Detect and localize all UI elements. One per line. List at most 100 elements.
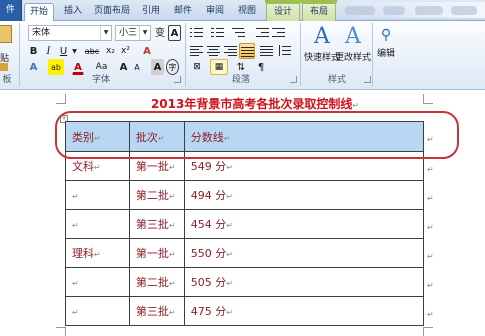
- chevron-down-icon[interactable]: ▼: [100, 26, 111, 40]
- text-highlight-button[interactable]: ab: [48, 59, 64, 75]
- bold-button[interactable]: B: [27, 43, 40, 59]
- align-center-icon[interactable]: [207, 45, 220, 56]
- page-corner-mark: [56, 327, 66, 336]
- row-end-mark: ↵: [427, 223, 434, 232]
- page-corner-mark: [423, 94, 433, 104]
- justify-button[interactable]: [239, 43, 255, 59]
- chevron-down-icon[interactable]: ▼: [139, 26, 150, 40]
- title-bar-blurred-area: [335, 2, 485, 18]
- change-styles-button[interactable]: A 更改样式: [333, 24, 373, 72]
- editing-button[interactable]: ⚲ 编辑: [374, 24, 398, 72]
- table-row: ↵ 第三批↵ 475 分↵: [65, 296, 425, 326]
- font-dialog-launcher-icon[interactable]: [174, 76, 181, 83]
- phonetic-guide-button[interactable]: 变: [154, 25, 166, 41]
- italic-button[interactable]: I: [43, 43, 54, 59]
- clipboard-group-label: 板: [2, 75, 12, 85]
- table-cell[interactable]: 第一批↵: [128, 238, 185, 268]
- underline-button[interactable]: U: [58, 43, 69, 59]
- paragraph-group-label: 段落: [231, 75, 250, 85]
- paragraph-dialog-launcher-icon[interactable]: [290, 76, 297, 83]
- tab-table-layout[interactable]: 布局: [302, 3, 336, 21]
- table-cell[interactable]: ↵: [65, 209, 130, 239]
- tab-file[interactable]: 件: [0, 0, 22, 21]
- tab-view[interactable]: 视图: [232, 3, 262, 21]
- table-cell[interactable]: 550 分↵: [183, 238, 425, 268]
- table-cell[interactable]: ↵: [65, 296, 130, 326]
- styles-dialog-launcher-icon[interactable]: [364, 76, 371, 83]
- bullets-icon[interactable]: [190, 27, 203, 38]
- show-marks-icon[interactable]: ¶: [254, 59, 268, 75]
- font-group-label: 字体: [91, 75, 110, 85]
- shading-button[interactable]: ▦: [210, 59, 228, 75]
- decrease-indent-icon[interactable]: [256, 27, 269, 38]
- change-case-button[interactable]: Aa: [93, 59, 110, 75]
- enclose-characters-button[interactable]: 字: [166, 59, 179, 75]
- format-painter-icon[interactable]: [0, 63, 8, 71]
- font-size-value: 小三: [119, 28, 138, 38]
- align-right-icon[interactable]: [224, 45, 237, 56]
- tab-review[interactable]: 审阅: [200, 3, 230, 21]
- sort-icon[interactable]: ⇅: [234, 59, 248, 75]
- row-end-mark: ↵: [427, 194, 434, 203]
- font-name-value: 宋体: [32, 28, 51, 38]
- table-cell[interactable]: 454 分↵: [183, 209, 425, 239]
- document-title[interactable]: 2013年背景市高考各批次录取控制线↵: [90, 95, 420, 112]
- table-cell[interactable]: 理科↵: [65, 238, 130, 268]
- table-cell[interactable]: 第二批↵: [128, 267, 185, 297]
- justify-icon: [241, 46, 254, 57]
- clear-formatting-button[interactable]: A: [140, 43, 154, 59]
- char-border-button[interactable]: A: [168, 25, 181, 41]
- styles-group-label: 样式: [327, 75, 346, 85]
- numbering-icon[interactable]: [211, 27, 224, 38]
- change-styles-label: 更改样式: [334, 53, 371, 63]
- paste-icon[interactable]: [0, 25, 12, 43]
- tab-table-design[interactable]: 设计: [266, 3, 300, 21]
- row-end-mark: ↵: [427, 281, 434, 290]
- font-color-button[interactable]: A: [72, 59, 84, 75]
- page-corner-mark: [423, 327, 433, 336]
- table-cell[interactable]: 494 分↵: [183, 180, 425, 210]
- table-cell[interactable]: 第三批↵: [128, 296, 185, 326]
- grow-font-button[interactable]: A: [118, 59, 129, 75]
- document-page[interactable]: 2013年背景市高考各批次录取控制线↵ + 类别↵ 批次↵ 分数线↵ 文科↵ 第…: [0, 91, 485, 336]
- table-cell[interactable]: 475 分↵: [183, 296, 425, 326]
- page-corner-mark: [56, 94, 66, 104]
- table-cell[interactable]: 第二批↵: [128, 180, 185, 210]
- chevron-down-icon[interactable]: ▼: [71, 43, 78, 59]
- table-row: ↵ 第二批↵ 494 分↵: [65, 180, 425, 210]
- group-divider: [300, 23, 301, 86]
- multilevel-list-icon[interactable]: [232, 27, 245, 38]
- tab-references[interactable]: 引用: [136, 3, 166, 21]
- row-end-mark: ↵: [427, 252, 434, 261]
- table-row: 理科↵ 第一批↵ 550 分↵: [65, 238, 425, 268]
- table-cell[interactable]: ↵: [65, 180, 130, 210]
- shrink-font-button[interactable]: A: [132, 59, 142, 75]
- tab-home[interactable]: 开始: [24, 3, 54, 21]
- tab-page-layout[interactable]: 页面布局: [90, 3, 134, 21]
- row-end-mark: ↵: [427, 165, 434, 174]
- table-cell[interactable]: 第三批↵: [128, 209, 185, 239]
- subscript-button[interactable]: x₂: [104, 43, 117, 59]
- superscript-button[interactable]: x²: [119, 43, 132, 59]
- row-end-mark: ↵: [427, 310, 434, 319]
- table-row: ↵ 第三批↵ 454 分↵: [65, 209, 425, 239]
- font-size-combo[interactable]: 小三 ▼: [115, 25, 151, 41]
- increase-indent-icon[interactable]: [272, 27, 285, 38]
- tab-mailings[interactable]: 邮件: [168, 3, 198, 21]
- table-cell[interactable]: 505 分↵: [183, 267, 425, 297]
- distributed-icon[interactable]: [260, 45, 273, 56]
- header-row-annotation-ring: [55, 111, 459, 159]
- table-cell[interactable]: ↵: [65, 267, 130, 297]
- char-shading-button[interactable]: A: [151, 59, 164, 75]
- font-name-combo[interactable]: 宋体 ▼: [28, 25, 112, 41]
- strikethrough-button[interactable]: abc: [82, 43, 102, 59]
- tab-insert[interactable]: 插入: [58, 3, 88, 21]
- line-spacing-icon[interactable]: [278, 45, 291, 56]
- text-effects-button[interactable]: A: [27, 59, 40, 75]
- document-title-text: 2013年背景市高考各批次录取控制线: [150, 97, 353, 111]
- align-left-icon[interactable]: [190, 45, 203, 56]
- table-row: ↵ 第二批↵ 505 分↵: [65, 267, 425, 297]
- chinese-layout-icon[interactable]: ⊠: [190, 59, 204, 75]
- group-divider: [372, 23, 373, 86]
- change-styles-icon: A: [345, 24, 361, 49]
